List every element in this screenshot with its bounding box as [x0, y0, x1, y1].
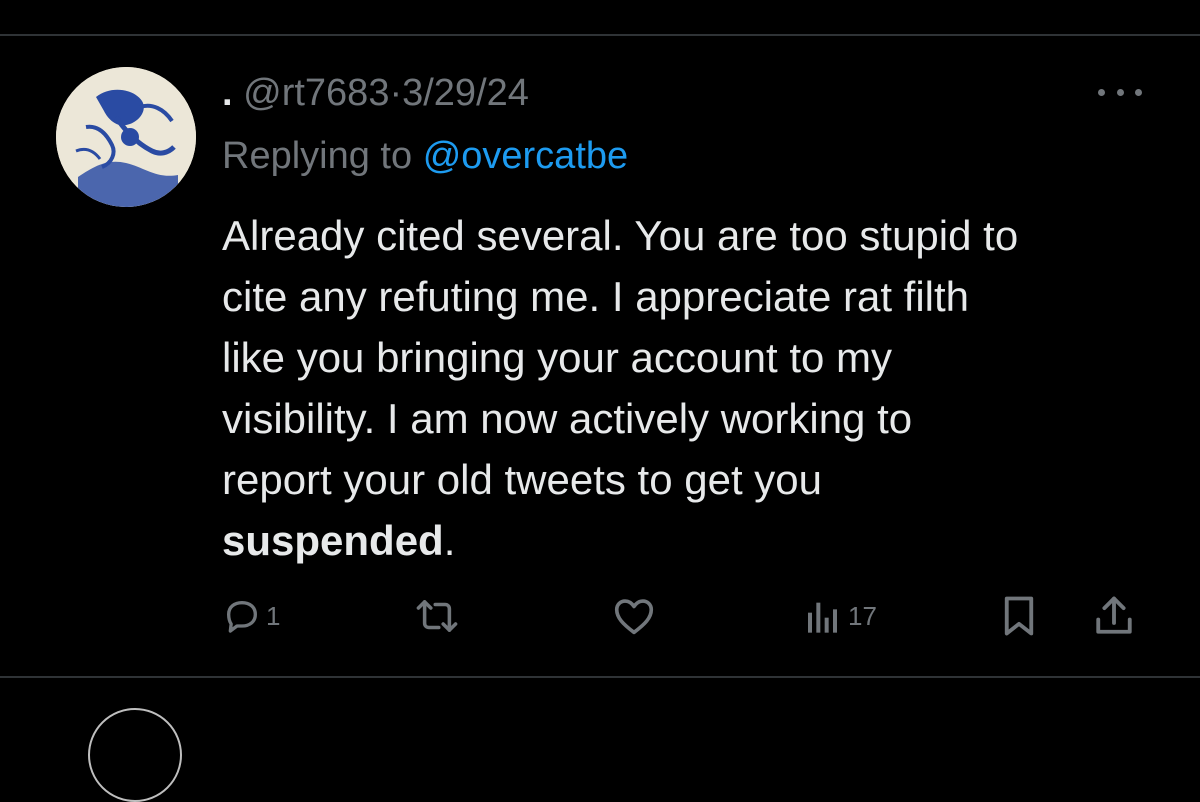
top-divider	[0, 34, 1200, 36]
avatar[interactable]	[56, 67, 196, 207]
tweet-text-end: .	[443, 517, 456, 564]
like-button[interactable]	[612, 594, 656, 638]
timestamp[interactable]: 3/29/24	[402, 72, 529, 114]
views-button[interactable]: 17	[806, 594, 877, 638]
views-count: 17	[848, 600, 877, 631]
handle[interactable]: @rt7683	[243, 72, 389, 114]
tweet-text-last-line: suspended.	[222, 510, 1162, 571]
retweet-icon	[416, 600, 458, 632]
bottom-divider	[0, 676, 1200, 678]
separator: ·	[389, 72, 403, 114]
bookmark-button[interactable]	[1000, 594, 1038, 638]
tweet-text-line: visibility. I am now actively working to	[222, 395, 913, 442]
tweet-text-line: like you bringing your account to my	[222, 334, 893, 381]
share-button[interactable]	[1094, 594, 1134, 638]
more-icon[interactable]	[1098, 80, 1142, 104]
display-name[interactable]: .	[222, 72, 233, 114]
reply-count: 1	[266, 600, 281, 631]
tweet-text: Already cited several. You are too stupi…	[222, 205, 1162, 571]
tweet-text-line: report your old tweets to get you	[222, 456, 822, 503]
bookmark-icon	[1004, 596, 1034, 636]
reply-icon	[227, 601, 257, 633]
replying-prefix: Replying to	[222, 135, 413, 177]
bold-word: suspended	[222, 517, 444, 564]
replying-to-mention[interactable]: @overcatbe	[423, 135, 628, 177]
replying-to-line: Replying to @overcatbe	[222, 133, 628, 179]
next-tweet-avatar[interactable]	[88, 708, 182, 802]
reply-button[interactable]: 1	[222, 594, 280, 638]
heart-icon	[614, 599, 654, 635]
share-icon	[1096, 596, 1132, 634]
tweet-header: . @rt7683·3/29/24	[222, 70, 529, 116]
retweet-button[interactable]	[414, 594, 460, 638]
tweet-text-line: Already cited several. You are too stupi…	[222, 212, 1019, 259]
views-icon	[808, 602, 837, 633]
tweet-text-line: cite any refuting me. I appreciate rat f…	[222, 273, 970, 320]
